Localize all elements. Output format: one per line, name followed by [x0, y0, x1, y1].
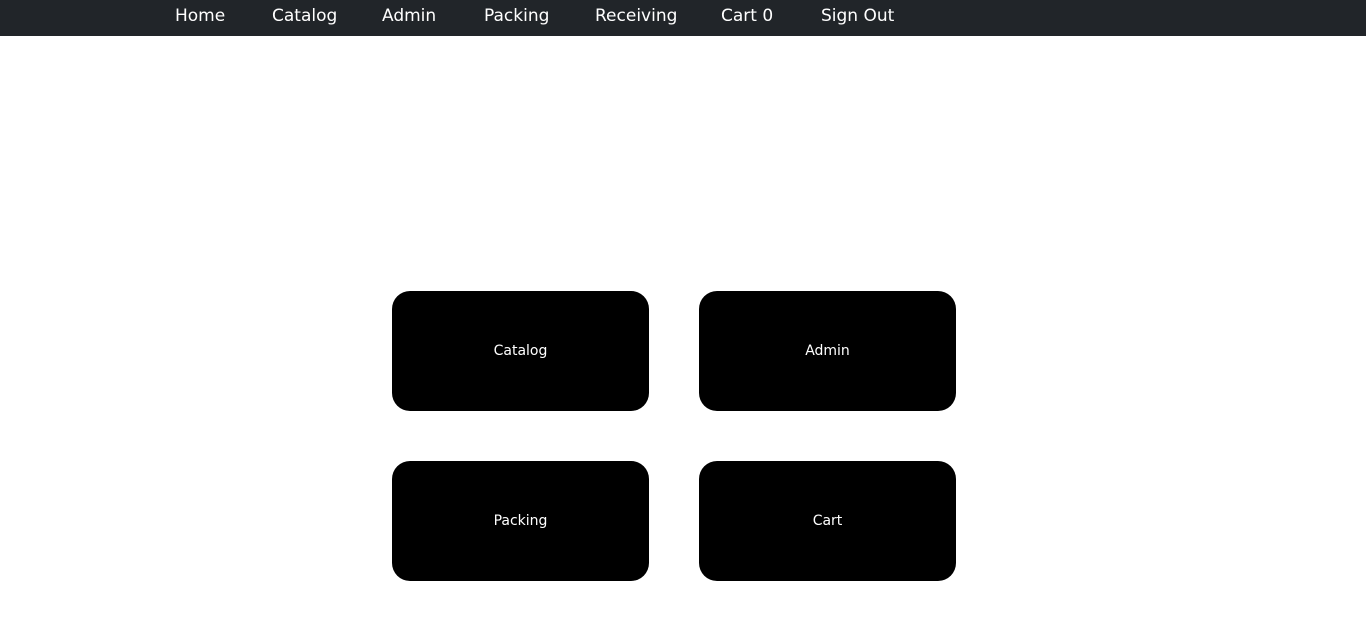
- admin-tile-label: Admin: [805, 343, 850, 359]
- nav-packing-link[interactable]: Packing: [484, 0, 549, 34]
- packing-tile-button[interactable]: Packing: [392, 461, 649, 581]
- cart-tile-label: Cart: [812, 513, 843, 529]
- nav-sign-out-link[interactable]: Sign Out: [821, 0, 894, 34]
- cart-tile-button[interactable]: Cart: [699, 461, 956, 581]
- nav-receiving-link[interactable]: Receiving: [595, 0, 677, 34]
- nav-catalog-link[interactable]: Catalog: [272, 0, 337, 34]
- top-navbar: Home Catalog Admin Packing Receiving Car…: [0, 0, 1366, 36]
- admin-tile-button[interactable]: Admin: [699, 291, 956, 411]
- nav-admin-link[interactable]: Admin: [382, 0, 436, 34]
- catalog-tile-label: Catalog: [493, 343, 548, 359]
- nav-home-link[interactable]: Home: [175, 0, 225, 34]
- nav-cart-link[interactable]: Cart 0: [721, 0, 773, 34]
- catalog-tile-button[interactable]: Catalog: [392, 291, 649, 411]
- packing-tile-label: Packing: [493, 513, 548, 529]
